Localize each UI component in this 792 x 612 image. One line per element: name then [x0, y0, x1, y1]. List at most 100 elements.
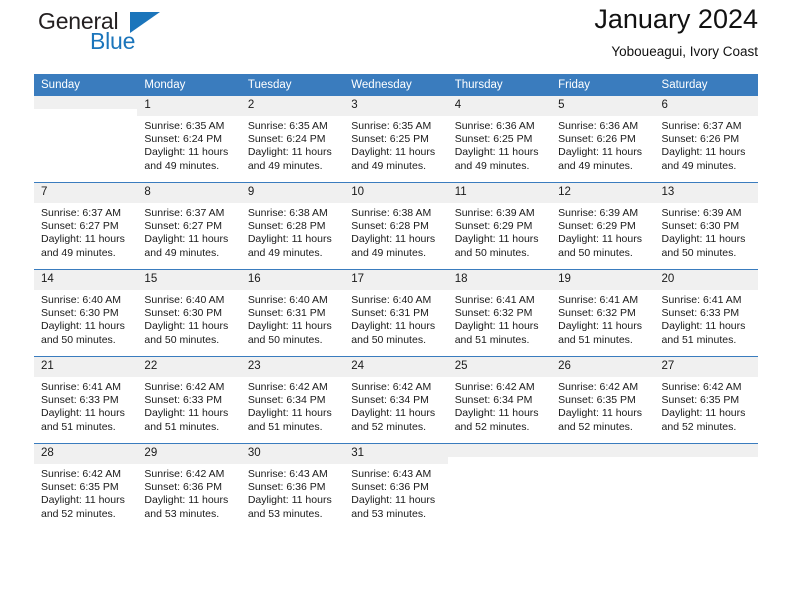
calendar-day-cell[interactable]: 17 Sunrise: 6:40 AM Sunset: 6:31 PM Dayligh…: [344, 269, 448, 357]
sunset-text: Sunset: 6:32 PM: [558, 307, 636, 320]
sunset-text: Sunset: 6:33 PM: [41, 394, 119, 407]
calendar-day-cell[interactable]: 28 Sunrise: 6:42 AM Sunset: 6:35 PM Dayligh…: [34, 443, 138, 530]
sun-info: Sunrise: 6:41 AM Sunset: 6:33 PM Daylight:…: [34, 377, 137, 434]
calendar-week-row: 14 Sunrise: 6:40 AM Sunset: 6:30 PM Dayligh…: [34, 269, 758, 357]
daylight-text-line1: Daylight: 11 hours: [247, 146, 332, 159]
day-number: [34, 96, 138, 109]
daylight-text-line2: and 51 minutes.: [247, 420, 323, 433]
sun-info: Sunrise: 6:42 AM Sunset: 6:35 PM Daylight:…: [655, 377, 758, 434]
daylight-text-line2: and 53 minutes.: [144, 507, 220, 520]
calendar-day-cell[interactable]: 9 Sunrise: 6:38 AM Sunset: 6:28 PM Daylight…: [240, 182, 345, 270]
sunrise-text: Sunrise: 6:42 AM: [558, 381, 639, 393]
calendar-day-cell[interactable]: 10 Sunrise: 6:38 AM Sunset: 6:28 PM Dayligh…: [344, 182, 448, 270]
calendar-day-cell[interactable]: 11 Sunrise: 6:39 AM Sunset: 6:29 PM Dayligh…: [447, 182, 552, 270]
calendar-day-cell[interactable]: 13 Sunrise: 6:39 AM Sunset: 6:30 PM Dayligh…: [654, 182, 758, 270]
calendar-day: 15 Sunrise: 6:40 AM Sunset: 6:30 PM Dayligh…: [137, 270, 241, 356]
daylight-text-line1: Daylight: 11 hours: [351, 233, 436, 246]
sunset-text: Sunset: 6:27 PM: [41, 220, 119, 233]
daylight-text-line1: Daylight: 11 hours: [144, 233, 229, 246]
sunrise-text: Sunrise: 6:40 AM: [41, 294, 121, 306]
sun-info: Sunrise: 6:43 AM Sunset: 6:36 PM Daylight:…: [344, 464, 447, 521]
calendar-day-empty: [551, 444, 655, 530]
day-number: 5: [551, 96, 655, 116]
sunrise-text: Sunrise: 6:41 AM: [558, 294, 639, 306]
daylight-text-line2: and 50 minutes.: [454, 246, 530, 259]
calendar-day-cell[interactable]: 6 Sunrise: 6:37 AM Sunset: 6:26 PM Daylight…: [654, 96, 758, 183]
day-number: 19: [551, 270, 655, 290]
daylight-text-line2: and 50 minutes.: [144, 333, 220, 346]
calendar-day-cell[interactable]: 1 Sunrise: 6:35 AM Sunset: 6:24 PM Daylight…: [137, 96, 241, 183]
calendar-day-cell[interactable]: 3 Sunrise: 6:35 AM Sunset: 6:25 PM Daylight…: [344, 96, 448, 183]
sun-info: Sunrise: 6:39 AM Sunset: 6:30 PM Daylight:…: [655, 203, 758, 260]
calendar-day-cell[interactable]: 25 Sunrise: 6:42 AM Sunset: 6:34 PM Dayligh…: [447, 356, 552, 444]
general-blue-logo[interactable]: General Blue: [34, 8, 234, 64]
daylight-text-line1: Daylight: 11 hours: [247, 494, 332, 507]
sunrise-text: Sunrise: 6:43 AM: [247, 468, 328, 480]
calendar-day-cell[interactable]: [551, 443, 655, 530]
sunset-text: Sunset: 6:29 PM: [454, 220, 533, 233]
day-number: [551, 444, 655, 457]
calendar-day-cell[interactable]: 21 Sunrise: 6:41 AM Sunset: 6:33 PM Dayligh…: [34, 356, 138, 444]
sunrise-text: Sunrise: 6:42 AM: [247, 381, 328, 393]
sunrise-text: Sunrise: 6:40 AM: [351, 294, 432, 306]
daylight-text-line2: and 51 minutes.: [144, 420, 220, 433]
calendar-day-cell[interactable]: 12 Sunrise: 6:39 AM Sunset: 6:29 PM Dayligh…: [551, 182, 655, 270]
calendar-day-cell[interactable]: 27 Sunrise: 6:42 AM Sunset: 6:35 PM Dayligh…: [654, 356, 758, 444]
daylight-text-line2: and 49 minutes.: [454, 159, 530, 172]
calendar-day-empty: [447, 444, 552, 530]
calendar-day-cell[interactable]: 22 Sunrise: 6:42 AM Sunset: 6:33 PM Dayligh…: [137, 356, 241, 444]
calendar-day-cell[interactable]: 16 Sunrise: 6:40 AM Sunset: 6:31 PM Dayligh…: [240, 269, 345, 357]
calendar-day-cell[interactable]: [34, 96, 138, 183]
day-number: 6: [654, 96, 758, 116]
calendar-day: 3 Sunrise: 6:35 AM Sunset: 6:25 PM Daylight…: [344, 96, 448, 182]
calendar-day: 24 Sunrise: 6:42 AM Sunset: 6:34 PM Dayligh…: [344, 357, 448, 443]
page-title: January 2024: [594, 4, 758, 34]
sun-info: Sunrise: 6:41 AM Sunset: 6:33 PM Daylight:…: [655, 290, 758, 347]
calendar-day-cell[interactable]: 18 Sunrise: 6:41 AM Sunset: 6:32 PM Dayligh…: [447, 269, 552, 357]
calendar-day-cell[interactable]: 15 Sunrise: 6:40 AM Sunset: 6:30 PM Dayligh…: [137, 269, 241, 357]
calendar-day-cell[interactable]: 26 Sunrise: 6:42 AM Sunset: 6:35 PM Dayligh…: [551, 356, 655, 444]
calendar-day-cell[interactable]: 7 Sunrise: 6:37 AM Sunset: 6:27 PM Daylight…: [34, 182, 138, 270]
day-number: 9: [240, 183, 345, 203]
weekday-header-monday: Monday: [137, 74, 241, 96]
daylight-text-line1: Daylight: 11 hours: [351, 407, 436, 420]
calendar-day-cell[interactable]: 2 Sunrise: 6:35 AM Sunset: 6:24 PM Daylight…: [240, 96, 345, 183]
calendar-day-cell[interactable]: 30 Sunrise: 6:43 AM Sunset: 6:36 PM Dayligh…: [240, 443, 345, 530]
calendar-day-cell[interactable]: [654, 443, 758, 530]
sunset-text: Sunset: 6:35 PM: [661, 394, 740, 407]
sunset-text: Sunset: 6:26 PM: [661, 133, 740, 146]
calendar-day-cell[interactable]: 14 Sunrise: 6:40 AM Sunset: 6:30 PM Dayligh…: [34, 269, 138, 357]
calendar-day-cell[interactable]: 5 Sunrise: 6:36 AM Sunset: 6:26 PM Daylight…: [551, 96, 655, 183]
sun-info: Sunrise: 6:42 AM Sunset: 6:35 PM Daylight:…: [551, 377, 654, 434]
sunset-text: Sunset: 6:34 PM: [351, 394, 429, 407]
sun-info: Sunrise: 6:39 AM Sunset: 6:29 PM Daylight:…: [448, 203, 551, 260]
sun-info: Sunrise: 6:42 AM Sunset: 6:34 PM Daylight:…: [344, 377, 447, 434]
calendar-day-cell[interactable]: 31 Sunrise: 6:43 AM Sunset: 6:36 PM Dayligh…: [344, 443, 448, 530]
calendar-day-cell[interactable]: 4 Sunrise: 6:36 AM Sunset: 6:25 PM Daylight…: [447, 96, 552, 183]
daylight-text-line2: and 50 minutes.: [661, 246, 737, 259]
sunset-text: Sunset: 6:36 PM: [351, 481, 429, 494]
calendar-day-cell[interactable]: 8 Sunrise: 6:37 AM Sunset: 6:27 PM Daylight…: [137, 182, 241, 270]
daylight-text-line1: Daylight: 11 hours: [454, 407, 539, 420]
weekday-header-tuesday: Tuesday: [240, 74, 345, 96]
sunrise-text: Sunrise: 6:35 AM: [144, 120, 225, 132]
day-number: 29: [137, 444, 241, 464]
calendar-day: 2 Sunrise: 6:35 AM Sunset: 6:24 PM Daylight…: [240, 96, 345, 182]
daylight-text-line2: and 49 minutes.: [558, 159, 633, 172]
daylight-text-line1: Daylight: 11 hours: [144, 146, 229, 159]
daylight-text-line1: Daylight: 11 hours: [41, 407, 125, 420]
calendar-day-cell[interactable]: 23 Sunrise: 6:42 AM Sunset: 6:34 PM Dayligh…: [240, 356, 345, 444]
calendar-day-cell[interactable]: 24 Sunrise: 6:42 AM Sunset: 6:34 PM Dayligh…: [344, 356, 448, 444]
daylight-text-line2: and 49 minutes.: [247, 246, 323, 259]
weekday-header-row: Sunday Monday Tuesday Wednesday Thursday…: [34, 74, 758, 96]
sunset-text: Sunset: 6:33 PM: [661, 307, 740, 320]
calendar-day-cell[interactable]: 20 Sunrise: 6:41 AM Sunset: 6:33 PM Dayligh…: [654, 269, 758, 357]
daylight-text-line2: and 50 minutes.: [558, 246, 633, 259]
calendar-day-cell[interactable]: 29 Sunrise: 6:42 AM Sunset: 6:36 PM Dayligh…: [137, 443, 241, 530]
calendar-day: 8 Sunrise: 6:37 AM Sunset: 6:27 PM Daylight…: [137, 183, 241, 269]
calendar-day-cell[interactable]: 19 Sunrise: 6:41 AM Sunset: 6:32 PM Dayligh…: [551, 269, 655, 357]
calendar-day-cell[interactable]: [447, 443, 552, 530]
calendar-day: 28 Sunrise: 6:42 AM Sunset: 6:35 PM Dayligh…: [34, 444, 138, 530]
weekday-header-sunday: Sunday: [34, 74, 138, 96]
daylight-text-line2: and 50 minutes.: [351, 333, 426, 346]
